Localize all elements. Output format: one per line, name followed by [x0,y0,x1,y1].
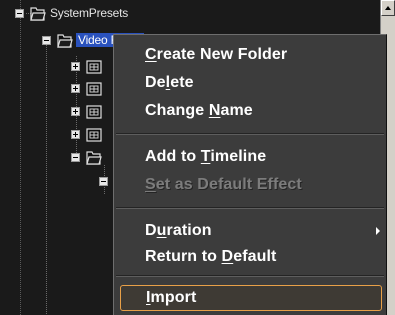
mnemonic-key: u [156,222,167,239]
tree-item-label: SystemPresets [50,6,129,20]
folder-icon [86,59,102,74]
context-menu: Create New Folder Delete Change Name Add… [113,34,387,315]
folder-icon [86,81,102,96]
label-part: reate New Folder [156,46,288,63]
scroll-up-arrow-icon[interactable] [381,0,395,16]
menu-separator [116,275,384,277]
label-part: Add to [145,148,201,165]
submenu-arrow-icon [376,227,380,235]
expand-icon[interactable] [71,83,80,93]
label-part: De [145,74,166,91]
label-part: imeline [210,148,267,165]
label-part: Change [145,102,209,119]
menu-item-duration[interactable]: Duration [114,217,386,245]
menu-item-delete[interactable]: Delete [114,69,386,97]
menu-item-set-as-default-effect: Set as Default Effect [114,171,386,199]
menu-item-import[interactable]: Import [120,285,382,311]
label-part: ame [220,102,253,119]
expand-icon[interactable] [71,61,80,71]
menu-item-label: Return to Default [145,248,276,266]
menu-item-return-to-default[interactable]: Return to Default [114,243,386,271]
menu-item-label: Duration [145,222,212,240]
folder-icon [86,104,102,119]
expand-icon[interactable] [71,106,80,116]
tree-item-system-presets[interactable]: SystemPresets [15,4,128,22]
menu-item-label: Delete [145,74,194,92]
tree-item[interactable] [71,125,102,143]
label-part: Return to [145,248,222,265]
collapse-icon[interactable] [99,176,108,186]
menu-item-add-to-timeline[interactable]: Add to Timeline [114,143,386,171]
menu-item-label: Set as Default Effect [145,176,302,194]
expand-icon[interactable] [71,129,80,139]
menu-item-create-new-folder[interactable]: Create New Folder [114,41,386,69]
tree-guide-line [46,37,47,315]
mnemonic-key: S [145,176,156,193]
mnemonic-key: N [208,102,221,119]
label-part: efault [233,248,277,265]
mnemonic-key: C [145,46,157,63]
label-part: et as Default Effect [155,176,302,193]
menu-item-change-name[interactable]: Change Name [114,97,386,125]
label-part: ration [166,222,212,239]
menu-item-label: Create New Folder [145,46,287,64]
menu-item-label: Change Name [145,102,253,120]
tree-item[interactable] [71,148,102,166]
label-part: ete [170,74,194,91]
menu-item-label: Add to Timeline [145,148,266,166]
menu-item-label: Import [146,289,196,307]
mnemonic-key: T [200,148,211,165]
label-part: D [145,222,157,239]
menu-separator [116,207,384,209]
open-folder-icon [86,150,102,165]
mnemonic-key: D [221,248,234,265]
tree-item[interactable] [71,57,102,75]
label-part: mport [150,289,197,306]
open-folder-icon [57,33,73,48]
tree-item[interactable] [71,102,102,120]
folder-icon [86,127,102,142]
tree-item[interactable] [71,79,102,97]
collapse-icon[interactable] [42,35,51,45]
tree-item[interactable] [99,172,108,190]
collapse-icon[interactable] [71,152,80,162]
open-folder-icon [30,6,46,21]
menu-separator [116,133,384,135]
collapse-icon[interactable] [15,8,24,18]
